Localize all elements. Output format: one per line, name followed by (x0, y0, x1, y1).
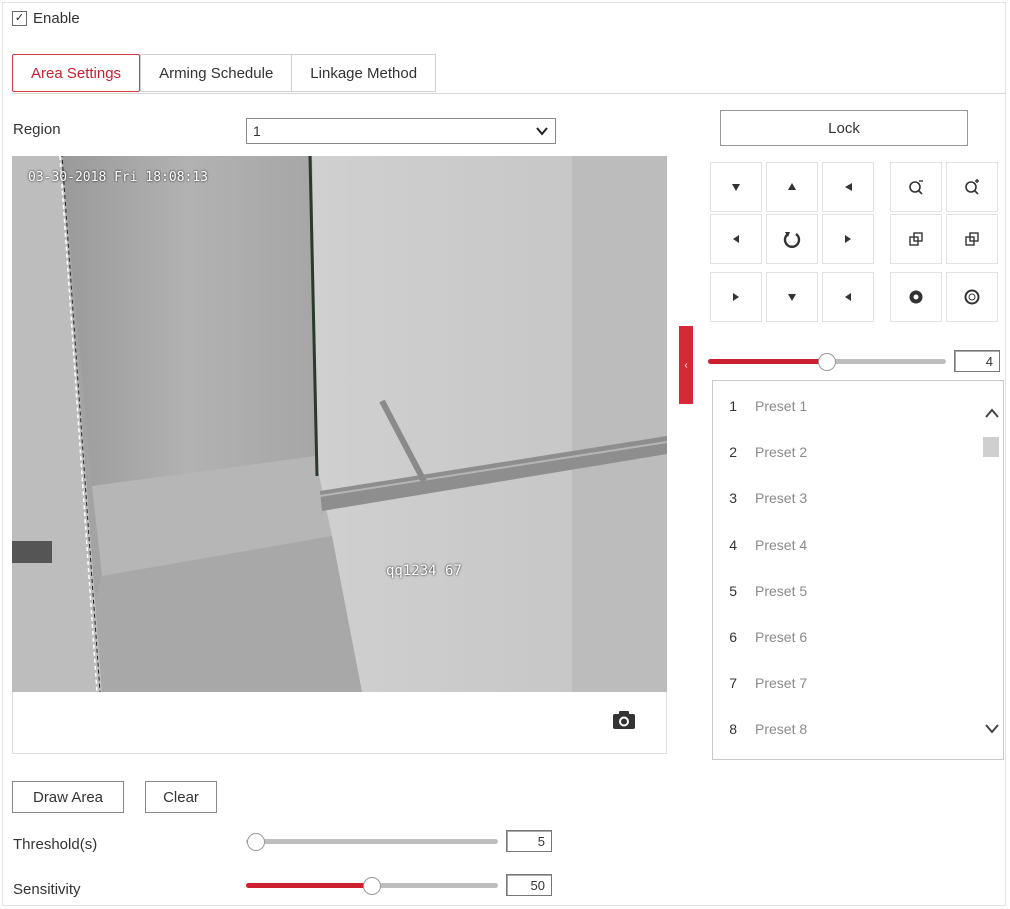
threshold-label: Threshold(s) (13, 836, 98, 853)
preset-number: 2 (729, 444, 737, 461)
tab-arming-schedule[interactable]: Arming Schedule (140, 54, 292, 92)
clear-button[interactable]: Clear (145, 781, 217, 813)
video-osd-name: qq1234 67 (386, 563, 462, 579)
preset-number: 5 (729, 582, 737, 599)
slider-knob[interactable] (363, 877, 381, 895)
preset-number: 6 (729, 629, 737, 645)
pan-down-icon[interactable] (766, 272, 818, 322)
preset-list: 1 Preset 1 2 Preset 2 3 Preset 3 4 Preset 4 5 Pre… (712, 380, 1004, 760)
enable-checkbox[interactable]: ✓ (12, 11, 27, 26)
threshold-slider[interactable]: 5 (244, 830, 554, 854)
preset-number: 1 (729, 398, 737, 414)
slider-fill (708, 359, 827, 364)
chevron-down-icon[interactable] (984, 723, 1000, 735)
camera-icon[interactable] (612, 710, 636, 730)
preset-number: 4 (729, 536, 737, 553)
slider-knob[interactable] (247, 833, 265, 851)
region-select[interactable]: 1 (246, 118, 556, 144)
preset-item[interactable]: 4 Preset 4 (713, 522, 981, 568)
pan-up-right-icon[interactable] (822, 162, 874, 212)
preset-name: Preset 6 (755, 629, 808, 645)
preset-item[interactable]: 1 Preset 1 (713, 383, 981, 429)
preset-item[interactable]: 2 Preset 2 (713, 429, 981, 475)
focus-near-icon[interactable] (890, 214, 942, 264)
iris-close-icon[interactable] (890, 272, 942, 322)
preset-name: Preset 8 (755, 721, 808, 738)
preset-name: Preset 4 (755, 536, 808, 553)
tab-label: Linkage Method (310, 64, 418, 82)
sensitivity-label: Sensitivity (13, 881, 81, 898)
tab-label: Area Settings (31, 64, 122, 82)
preset-item[interactable]: 3 Preset 3 (713, 475, 981, 521)
pan-right-icon[interactable] (822, 214, 874, 264)
video-scene (12, 156, 667, 692)
live-video[interactable] (12, 156, 667, 692)
tab-bar: Area Settings Arming Schedule Linkage Me… (12, 54, 437, 94)
pan-up-icon[interactable] (766, 162, 818, 212)
preset-name: Preset 7 (755, 675, 808, 692)
preset-number: 7 (729, 675, 737, 692)
scroll-thumb[interactable] (983, 437, 999, 457)
auto-rotate-icon[interactable] (766, 214, 818, 264)
preset-name: Preset 3 (755, 490, 808, 507)
region-value: 1 (253, 123, 261, 139)
threshold-value[interactable]: 5 (506, 830, 552, 852)
lock-button[interactable]: Lock (720, 110, 968, 146)
preset-number: 3 (729, 490, 737, 507)
preset-item[interactable]: 8 Preset 8 (713, 706, 981, 752)
focus-far-icon[interactable] (946, 214, 998, 264)
slider-fill (246, 883, 372, 888)
video-toolbar (12, 692, 667, 754)
preset-scrollbar[interactable] (981, 381, 1003, 759)
preset-item[interactable]: 5 Preset 5 (713, 568, 981, 614)
chevron-down-icon (536, 127, 548, 136)
preset-name: Preset 1 (755, 398, 808, 414)
enable-label: Enable (33, 10, 80, 27)
preset-number: 8 (729, 721, 737, 738)
preset-name: Preset 5 (755, 582, 808, 599)
chevron-up-icon[interactable] (984, 407, 1000, 419)
collapse-panel-tab[interactable]: ‹ (679, 326, 693, 404)
iris-open-icon[interactable] (946, 272, 998, 322)
ptz-speed-slider[interactable]: 4 (708, 350, 1004, 374)
draw-area-button[interactable]: Draw Area (12, 781, 124, 813)
pan-down-left-icon[interactable] (710, 272, 762, 322)
slider-knob[interactable] (818, 353, 836, 371)
pan-left-icon[interactable] (710, 214, 762, 264)
preset-name: Preset 2 (755, 444, 808, 461)
pan-down-right-icon[interactable] (822, 272, 874, 322)
tab-linkage-method[interactable]: Linkage Method (291, 54, 437, 92)
preset-item[interactable]: 7 Preset 7 (713, 660, 981, 706)
chevron-left-icon: ‹ (684, 359, 688, 371)
sensitivity-value[interactable]: 50 (506, 874, 552, 896)
slider-track (246, 839, 498, 844)
speed-value[interactable]: 4 (954, 350, 1000, 372)
tabs-divider (12, 93, 1006, 94)
pan-up-left-icon[interactable] (710, 162, 762, 212)
tab-label: Arming Schedule (159, 64, 274, 82)
zoom-out-icon[interactable] (890, 162, 942, 212)
sensitivity-slider[interactable]: 50 (244, 874, 554, 898)
zoom-in-icon[interactable] (946, 162, 998, 212)
tab-area-settings[interactable]: Area Settings (12, 54, 141, 92)
video-timestamp: 03-30-2018 Fri 18:08:13 (28, 170, 209, 185)
region-label: Region (13, 121, 61, 138)
preset-item[interactable]: 6 Preset 6 (713, 614, 981, 660)
enable-row[interactable]: ✓ Enable (12, 10, 80, 27)
